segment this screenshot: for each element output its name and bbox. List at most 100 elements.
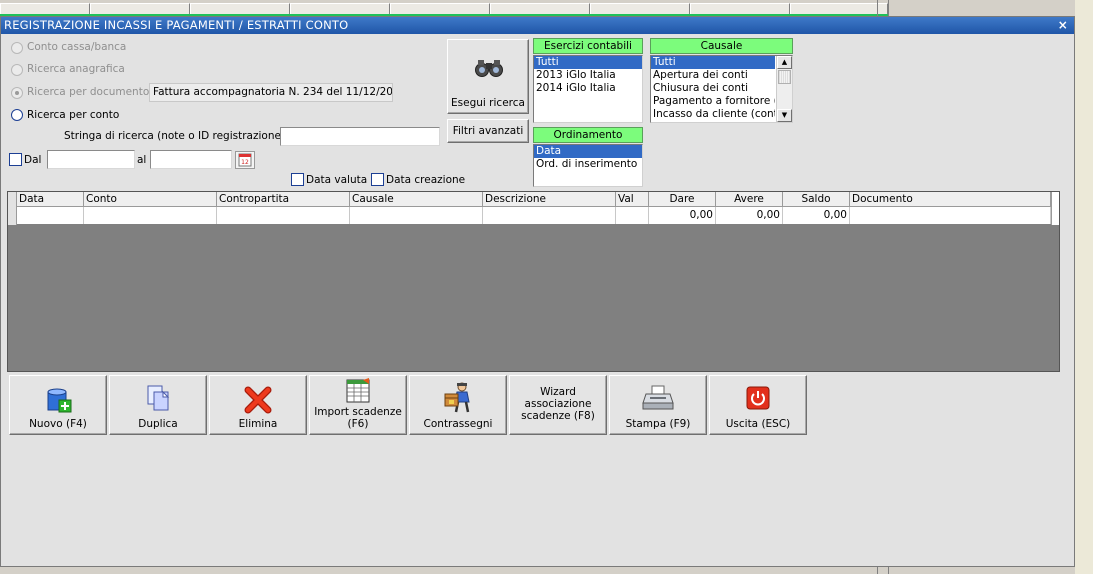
registrazioni-grid: Data Conto Contropartita Causale Descriz… bbox=[7, 191, 1060, 372]
table-cell[interactable] bbox=[84, 207, 217, 224]
contrassegni-button[interactable]: Contrassegni bbox=[409, 375, 507, 435]
grid-right-edge bbox=[1051, 192, 1059, 225]
binoculars-icon bbox=[475, 60, 503, 77]
background-tab bbox=[390, 3, 490, 14]
column-header-documento[interactable]: Documento bbox=[850, 192, 1051, 207]
new-record-icon bbox=[47, 388, 72, 413]
elimina-button[interactable]: Elimina bbox=[209, 375, 307, 435]
radio-ricerca-anagrafica-label: Ricerca anagrafica bbox=[27, 63, 125, 75]
dal-checkbox[interactable] bbox=[9, 153, 22, 166]
esercizi-listbox[interactable]: Tutti 2013 iGlo Italia 2014 iGlo Italia bbox=[533, 55, 643, 123]
grid-row-indicator bbox=[8, 192, 17, 225]
search-string-label: Stringa di ricerca (note o ID registrazi… bbox=[64, 130, 292, 142]
data-valuta-checkbox[interactable] bbox=[291, 173, 304, 186]
total-dare[interactable]: 0,00 bbox=[649, 207, 716, 224]
nuovo-label: Nuovo (F4) bbox=[29, 418, 87, 430]
radio-ricerca-documento[interactable] bbox=[11, 87, 23, 99]
dal-label: Dal bbox=[24, 154, 42, 166]
svg-text:12: 12 bbox=[241, 159, 249, 166]
causale-listbox[interactable]: Tutti Apertura dei conti Chiusura dei co… bbox=[650, 55, 793, 123]
search-string-input[interactable] bbox=[280, 127, 440, 146]
date-to-input[interactable] bbox=[150, 150, 232, 169]
wizard-label-1: Wizard bbox=[540, 386, 576, 398]
column-header-conto[interactable]: Conto bbox=[84, 192, 217, 207]
column-header-saldo[interactable]: Saldo bbox=[783, 192, 850, 207]
elimina-label: Elimina bbox=[238, 418, 278, 430]
wizard-label-2: associazione bbox=[524, 398, 592, 410]
background-tab bbox=[790, 3, 888, 14]
list-item[interactable]: Pagamento a fornitore (co bbox=[651, 95, 775, 108]
background-tab bbox=[190, 3, 290, 14]
close-icon[interactable]: × bbox=[1058, 17, 1068, 34]
registrazione-window: REGISTRAZIONE INCASSI E PAGAMENTI / ESTR… bbox=[0, 16, 1075, 567]
list-item[interactable]: Incasso da cliente (contan bbox=[651, 108, 775, 121]
radio-ricerca-conto[interactable] bbox=[11, 109, 23, 121]
date-from-input[interactable] bbox=[47, 150, 135, 169]
column-header-contropartita[interactable]: Contropartita bbox=[217, 192, 350, 207]
spreadsheet-icon bbox=[346, 378, 370, 403]
courier-icon bbox=[444, 382, 470, 413]
table-cell[interactable] bbox=[483, 207, 616, 224]
list-item[interactable]: 2013 iGlo Italia bbox=[534, 69, 642, 82]
background-tab bbox=[0, 3, 90, 14]
ordinamento-header: Ordinamento bbox=[533, 127, 643, 143]
scroll-thumb[interactable] bbox=[778, 70, 791, 84]
uscita-button[interactable]: Uscita (ESC) bbox=[709, 375, 807, 435]
causale-scrollbar[interactable]: ▲ ▼ bbox=[776, 56, 792, 122]
import-scadenze-label: Import scadenze bbox=[314, 406, 402, 418]
table-cell[interactable] bbox=[616, 207, 649, 224]
radio-ricerca-documento-label: Ricerca per documento bbox=[27, 86, 150, 98]
column-header-val[interactable]: Val bbox=[616, 192, 649, 207]
esegui-ricerca-button[interactable]: Esegui ricerca bbox=[447, 39, 529, 114]
scroll-down-icon[interactable]: ▼ bbox=[777, 109, 792, 122]
documento-field[interactable]: Fattura accompagnatoria N. 234 del 11/12… bbox=[149, 83, 393, 102]
table-cell[interactable] bbox=[350, 207, 483, 224]
filtri-avanzati-button[interactable]: Filtri avanzati bbox=[447, 119, 529, 143]
table-cell[interactable] bbox=[17, 207, 84, 224]
radio-ricerca-anagrafica[interactable] bbox=[11, 64, 23, 76]
background-tab bbox=[490, 3, 590, 14]
radio-conto-cassa[interactable] bbox=[11, 42, 23, 54]
list-item[interactable]: Tutti bbox=[651, 56, 775, 69]
esercizi-header: Esercizi contabili bbox=[533, 38, 643, 54]
column-header-avere[interactable]: Avere bbox=[716, 192, 783, 207]
duplica-button[interactable]: Duplica bbox=[109, 375, 207, 435]
column-header-causale[interactable]: Causale bbox=[350, 192, 483, 207]
nuovo-button[interactable]: Nuovo (F4) bbox=[9, 375, 107, 435]
background-tab bbox=[290, 3, 390, 14]
list-item[interactable]: 2014 iGlo Italia bbox=[534, 82, 642, 95]
causale-list-items: Tutti Apertura dei conti Chiusura dei co… bbox=[651, 56, 775, 122]
background-tab bbox=[90, 3, 190, 14]
data-creazione-checkbox[interactable] bbox=[371, 173, 384, 186]
data-valuta-label: Data valuta bbox=[306, 174, 368, 186]
table-cell[interactable] bbox=[217, 207, 350, 224]
duplicate-icon bbox=[147, 385, 170, 411]
esegui-ricerca-label: Esegui ricerca bbox=[451, 97, 525, 109]
delete-icon bbox=[244, 386, 272, 414]
al-label: al bbox=[137, 154, 147, 166]
duplica-label: Duplica bbox=[138, 418, 178, 430]
list-item[interactable]: Ord. di inserimento bbox=[534, 158, 642, 171]
table-cell[interactable] bbox=[850, 207, 1051, 224]
uscita-label: Uscita (ESC) bbox=[725, 418, 791, 430]
total-saldo[interactable]: 0,00 bbox=[783, 207, 850, 224]
list-item[interactable]: Data bbox=[534, 145, 642, 158]
calendar-icon: 12 bbox=[238, 153, 252, 167]
column-header-data[interactable]: Data bbox=[17, 192, 84, 207]
radio-ricerca-conto-label: Ricerca per conto bbox=[27, 109, 120, 121]
wizard-associazione-button[interactable]: Wizard associazione scadenze (F8) bbox=[509, 375, 607, 435]
scroll-up-icon[interactable]: ▲ bbox=[777, 56, 792, 69]
calendar-button[interactable]: 12 bbox=[235, 151, 255, 169]
ordinamento-listbox[interactable]: Data Ord. di inserimento bbox=[533, 144, 643, 187]
list-item[interactable]: Chiusura dei conti bbox=[651, 82, 775, 95]
list-item[interactable]: Tutti bbox=[534, 56, 642, 69]
background-tab bbox=[690, 3, 790, 14]
stampa-button[interactable]: Stampa (F9) bbox=[609, 375, 707, 435]
contrassegni-label: Contrassegni bbox=[423, 418, 493, 430]
import-scadenze-button[interactable]: Import scadenze (F6) bbox=[309, 375, 407, 435]
column-header-descrizione[interactable]: Descrizione bbox=[483, 192, 616, 207]
list-item[interactable]: Apertura dei conti bbox=[651, 69, 775, 82]
total-avere[interactable]: 0,00 bbox=[716, 207, 783, 224]
column-header-dare[interactable]: Dare bbox=[649, 192, 716, 207]
wizard-label-3: scadenze (F8) bbox=[521, 410, 595, 422]
